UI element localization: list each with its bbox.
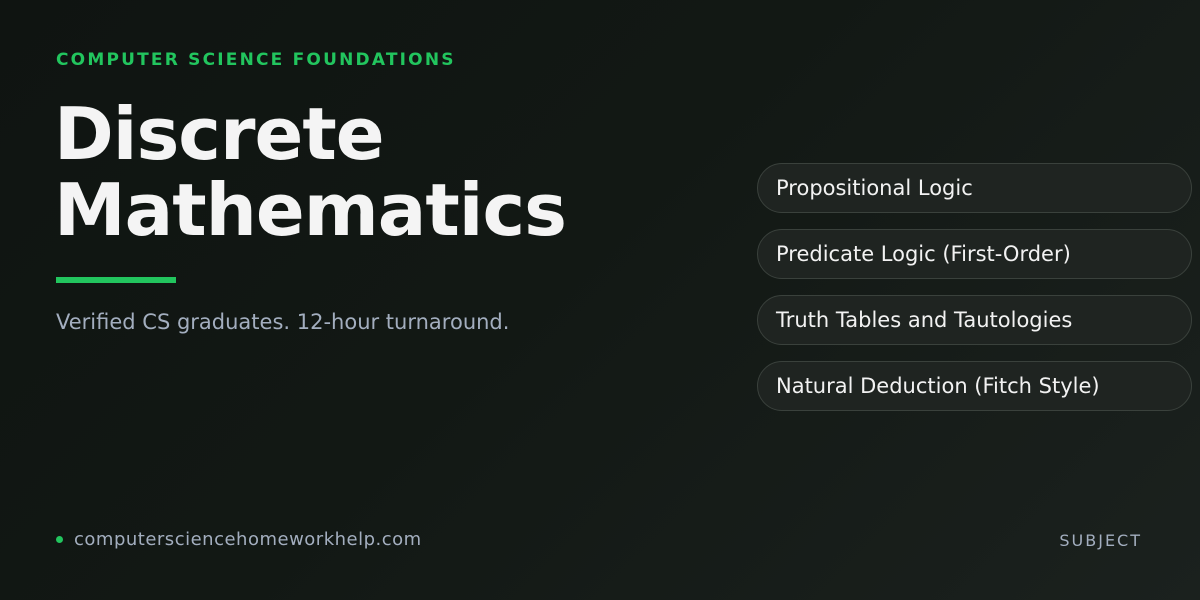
- title-line-1: Discrete: [54, 92, 385, 176]
- footer-site: computersciencehomeworkhelp.com: [56, 529, 422, 550]
- footer-subject-label: SUBJECT: [1059, 531, 1142, 550]
- accent-divider: [56, 277, 176, 283]
- topic-list: Propositional Logic Predicate Logic (Fir…: [757, 163, 1192, 427]
- topic-pill-natural-deduction: Natural Deduction (Fitch Style): [757, 361, 1192, 411]
- topic-pill-propositional-logic: Propositional Logic: [757, 163, 1192, 213]
- tagline: Verified CS graduates. 12-hour turnaroun…: [56, 310, 510, 334]
- dot-icon: [56, 536, 63, 543]
- topic-pill-predicate-logic: Predicate Logic (First-Order): [757, 229, 1192, 279]
- site-url: computersciencehomeworkhelp.com: [74, 529, 422, 550]
- topic-pill-truth-tables: Truth Tables and Tautologies: [757, 295, 1192, 345]
- page-title: Discrete Mathematics: [54, 92, 567, 252]
- title-line-2: Mathematics: [54, 168, 567, 252]
- eyebrow-label: COMPUTER SCIENCE FOUNDATIONS: [56, 50, 456, 70]
